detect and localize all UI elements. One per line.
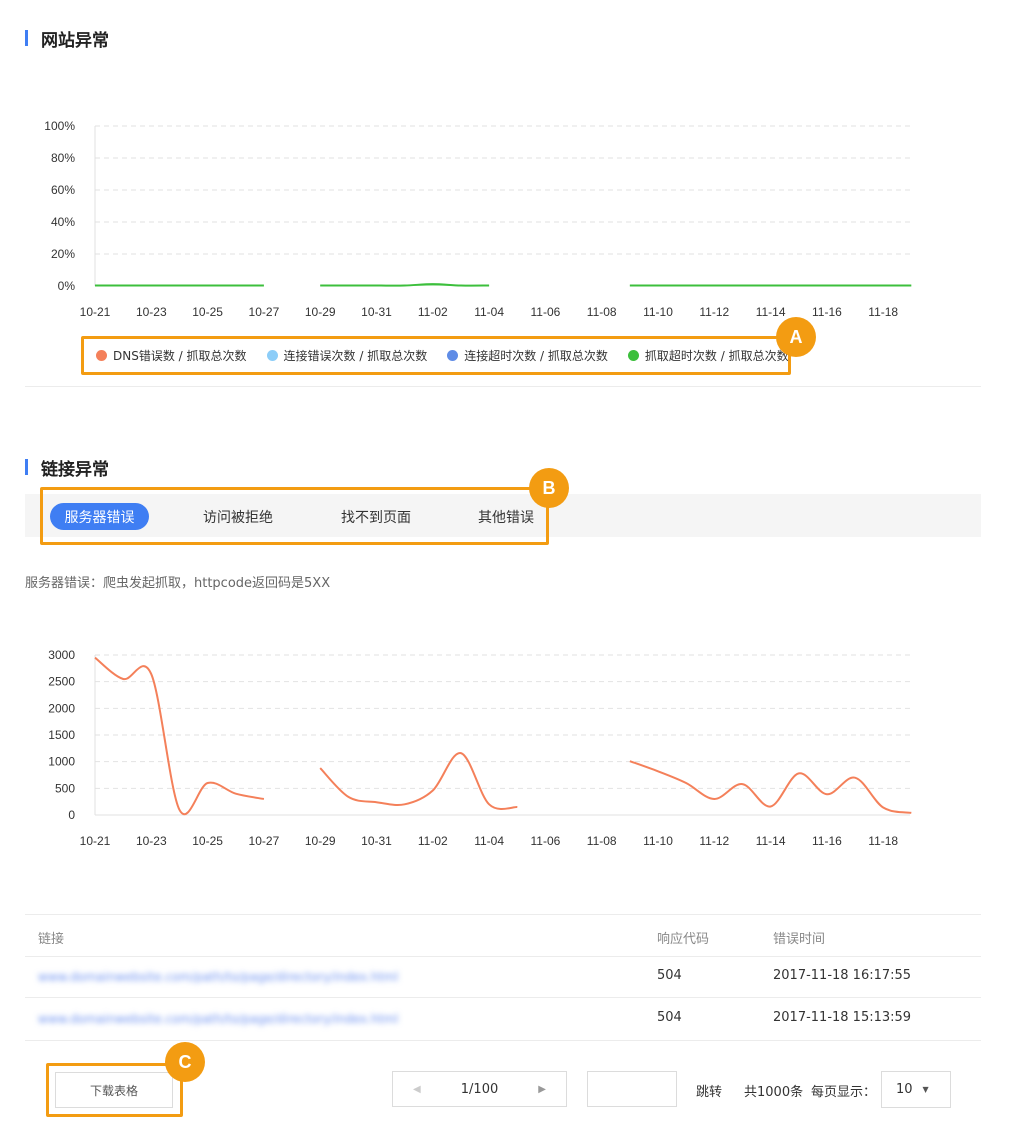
annotation-badge-b: B — [529, 468, 569, 508]
y-tick-label: 100% — [44, 119, 75, 133]
series-line — [94, 656, 265, 815]
series-line — [629, 760, 912, 814]
table-top-border — [25, 914, 981, 915]
y-tick-label: 2000 — [48, 701, 75, 715]
x-tick-label: 11-08 — [587, 305, 617, 319]
table-row-border — [25, 997, 981, 998]
per-page-select[interactable]: 10 ▼ — [881, 1071, 951, 1108]
header-error-time: 错误时间 — [773, 932, 826, 947]
y-tick-label: 80% — [51, 151, 75, 165]
x-tick-label: 10-23 — [136, 834, 167, 848]
prev-page-icon[interactable]: ◀ — [413, 1084, 421, 1095]
response-code: 504 — [657, 1010, 682, 1025]
y-tick-label: 40% — [51, 215, 75, 229]
error-link[interactable]: www.domainwebsite.com/path/to/page/direc… — [38, 1012, 448, 1026]
x-tick-label: 11-16 — [812, 305, 842, 319]
annotation-badge-c: C — [165, 1042, 205, 1082]
table-header-border — [25, 956, 981, 957]
x-tick-label: 11-02 — [418, 305, 448, 319]
x-tick-label: 10-23 — [136, 305, 167, 319]
annotation-box-c — [46, 1063, 183, 1117]
y-tick-label: 1500 — [48, 728, 75, 742]
table-bottom-border — [25, 1040, 981, 1041]
x-tick-label: 10-29 — [305, 305, 336, 319]
annotation-badge-a: A — [776, 317, 816, 357]
pagination: ◀ 1/100 ▶ — [392, 1071, 567, 1107]
jump-page-input[interactable] — [587, 1071, 677, 1107]
total-count: 共1000条 — [744, 1085, 804, 1100]
x-tick-label: 11-04 — [474, 305, 504, 319]
x-tick-label: 10-31 — [361, 305, 392, 319]
x-tick-label: 10-25 — [192, 834, 223, 848]
error-time: 2017-11-18 16:17:55 — [773, 968, 912, 983]
jump-button[interactable]: 跳转 — [696, 1081, 722, 1100]
y-tick-label: 60% — [51, 183, 75, 197]
x-tick-label: 10-31 — [361, 834, 392, 848]
x-tick-label: 11-14 — [756, 834, 786, 848]
x-tick-label: 11-10 — [643, 305, 673, 319]
x-tick-label: 10-21 — [80, 305, 111, 319]
error-link[interactable]: www.domainwebsite.com/path/to/page/direc… — [38, 970, 448, 984]
title-accent-bar — [25, 459, 28, 475]
y-tick-label: 0 — [68, 808, 75, 822]
header-link: 链接 — [38, 932, 65, 947]
y-tick-label: 1000 — [48, 755, 75, 769]
header-response-code: 响应代码 — [657, 932, 710, 947]
y-tick-label: 20% — [51, 247, 75, 261]
response-code: 504 — [657, 968, 682, 983]
y-tick-label: 3000 — [48, 648, 75, 662]
page-indicator: 1/100 — [460, 1081, 499, 1097]
annotation-box-b — [40, 487, 549, 545]
series-line — [320, 283, 490, 287]
x-tick-label: 10-25 — [192, 305, 223, 319]
per-page-label: 每页显示： — [811, 1085, 877, 1100]
x-tick-label: 11-10 — [643, 834, 673, 848]
x-tick-label: 11-16 — [812, 834, 842, 848]
section-title-text: 链接异常 — [41, 459, 109, 480]
x-tick-label: 11-12 — [699, 834, 729, 848]
annotation-box-a — [81, 336, 791, 375]
y-tick-label: 2500 — [48, 675, 75, 689]
x-tick-label: 11-12 — [699, 305, 729, 319]
x-tick-label: 10-27 — [249, 834, 280, 848]
x-tick-label: 11-04 — [474, 834, 504, 848]
tab-description: 服务器错误：爬虫发起抓取，httpcode返回码是5XX — [25, 576, 331, 591]
x-tick-label: 11-06 — [530, 834, 560, 848]
x-tick-label: 11-06 — [530, 305, 560, 319]
x-tick-label: 11-18 — [868, 305, 898, 319]
x-tick-label: 11-14 — [756, 305, 786, 319]
x-tick-label: 10-27 — [249, 305, 280, 319]
link-errors-chart: 3000 2500 2000 1500 1000 500 0 10-21 10-23 10-25 1… — [48, 648, 912, 848]
per-page-value: 10 — [896, 1082, 913, 1097]
x-tick-label: 10-29 — [305, 834, 336, 848]
x-tick-label: 11-18 — [868, 834, 898, 848]
site-errors-chart: 100% 80% 60% 40% 20% 0% 10-21 10-23 10-25 10-27 10… — [44, 119, 912, 319]
x-tick-label: 11-08 — [587, 834, 617, 848]
x-tick-label: 10-21 — [80, 834, 111, 848]
x-tick-label: 11-02 — [418, 834, 448, 848]
section-title-link-errors: 链接异常 — [25, 457, 109, 480]
y-tick-label: 0% — [58, 279, 76, 293]
chevron-down-icon: ▼ — [922, 1085, 929, 1094]
next-page-icon[interactable]: ▶ — [538, 1084, 546, 1095]
section-divider — [25, 386, 981, 387]
error-time: 2017-11-18 15:13:59 — [773, 1010, 912, 1025]
y-tick-label: 500 — [55, 781, 75, 795]
